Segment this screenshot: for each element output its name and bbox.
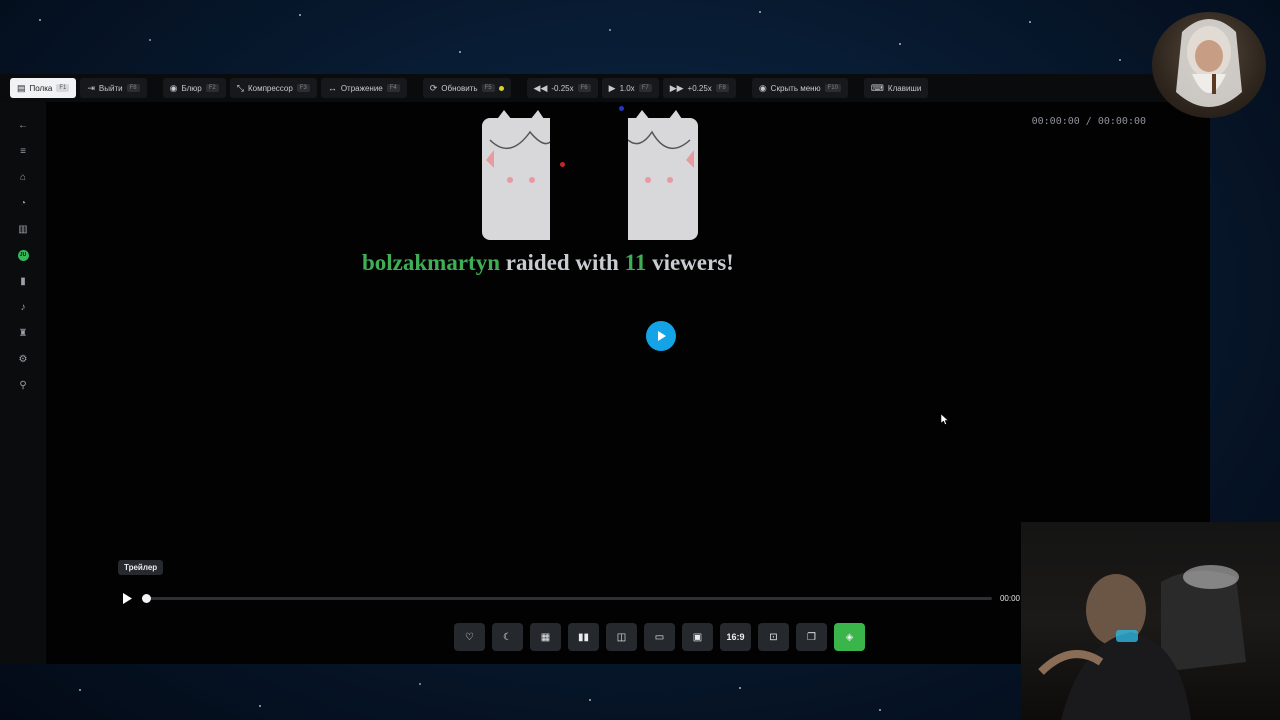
raider-name: bolzakmartyn [362, 250, 500, 275]
webcam-person-image [1176, 19, 1242, 107]
current-time: 00:00 [999, 593, 1020, 603]
mirror-button[interactable]: ↔ Отражение F4 [320, 78, 407, 98]
timecode: 00:00:00 / 00:00:00 [1031, 116, 1146, 127]
pip-button[interactable]: ▣ [682, 623, 713, 651]
screenshot-icon: ⊡ [769, 631, 778, 643]
compressor-button[interactable]: ⤡ Компрессор F3 [229, 78, 317, 98]
exit-button[interactable]: ⇥ Выйти F8 [80, 78, 147, 98]
viewer-count: 11 [624, 250, 647, 275]
cat-illustration-right [618, 110, 698, 240]
copy-button[interactable]: ❐ [796, 623, 827, 651]
raid-message: bolzakmartyn raided with 11 viewers! [362, 250, 734, 276]
mouse-cursor-icon [941, 414, 949, 425]
menu-icon[interactable]: ≡ [10, 138, 36, 164]
arrows-horizontal-icon: ↔ [327, 82, 337, 93]
dark-mode-button[interactable]: ☾ [492, 623, 523, 651]
shelf-button[interactable]: ▤ Полка F1 [10, 78, 77, 98]
grid-icon: ▦ [540, 631, 551, 643]
trailer-tag: Трейлер [118, 560, 164, 575]
user-badge: JU [17, 249, 29, 261]
progress-row: 00:00 [120, 590, 1020, 606]
shelf-icon: ▤ [17, 82, 26, 93]
trophy-icon[interactable]: ♜ [10, 320, 36, 346]
favorite-button[interactable]: ♡ [454, 623, 485, 651]
confetti [560, 162, 565, 167]
play-overlay-button[interactable] [646, 321, 676, 351]
book-icon[interactable]: ▥ [10, 216, 36, 242]
hotkeys-button[interactable]: ⌨ Клавиши [863, 78, 929, 98]
raid-middle-text: raided with [505, 250, 619, 275]
aspect-ratio-button[interactable]: 16:9 [720, 623, 751, 651]
mirror-view-button[interactable]: ◫ [606, 623, 637, 651]
cat-illustration-left [482, 110, 562, 240]
moon-icon: ☾ [503, 631, 512, 643]
play-icon [123, 592, 132, 604]
webcam-top [1152, 12, 1266, 118]
raid-suffix-text: viewers! [652, 250, 734, 275]
picture-button[interactable]: ▭ [644, 623, 675, 651]
exit-icon: ⇥ [87, 82, 95, 93]
eye-off-icon: ◉ [169, 82, 178, 93]
player-controls: ♡ ☾ ▦ ▮▮ ◫ ▭ ▣ 16:9 ⊡ ❐ ◈ [454, 623, 865, 651]
search-icon[interactable]: ⚲ [10, 372, 36, 398]
progress-thumb[interactable] [142, 593, 151, 603]
refresh-icon: ⟳ [429, 82, 438, 93]
webcam-bottom [1021, 522, 1280, 720]
user-badge-icon[interactable]: JU [10, 242, 36, 268]
play-icon [658, 331, 666, 341]
back-arrow-icon[interactable]: ← [10, 112, 36, 138]
aspect-ratio-label: 16:9 [726, 632, 745, 642]
play-button[interactable] [120, 591, 134, 605]
toolbar: ▤ Полка F1 ⇥ Выйти F8 ◉ Блюр F2 ⤡ Компре… [0, 74, 1210, 102]
webcam-streamer-image [1038, 565, 1246, 720]
audio-button[interactable]: ▮▮ [568, 623, 599, 651]
history-icon[interactable]: ◔ [10, 190, 36, 216]
mirror-icon: ◫ [616, 631, 627, 643]
gear-icon[interactable]: ⚙ [10, 346, 36, 372]
screenshot-button[interactable]: ⊡ [758, 623, 789, 651]
play-icon: ▶ [608, 82, 616, 93]
normal-speed-button[interactable]: ▶ 1.0x F7 [601, 78, 659, 98]
faster-button[interactable]: ▶▶ +0.25x F8 [662, 78, 736, 98]
audio-wave-icon: ▮▮ [577, 631, 589, 643]
grid-button[interactable]: ▦ [530, 623, 561, 651]
compress-icon: ⤡ [236, 82, 244, 93]
bell-icon[interactable]: ♪ [10, 294, 36, 320]
sidebar: ← ≡ ⌂ ◔ ▥ JU ▮ ♪ ♜ ⚙ ⚲ [0, 102, 46, 664]
status-dot [498, 85, 504, 91]
copy-icon: ❐ [807, 631, 816, 643]
rewind-icon: ◀◀ [533, 82, 548, 93]
confetti [619, 106, 624, 111]
layers-button[interactable]: ◈ [834, 623, 865, 651]
slower-button[interactable]: ◀◀ -0.25x F6 [526, 78, 598, 98]
heart-icon: ♡ [465, 631, 474, 643]
home-icon[interactable]: ⌂ [10, 164, 36, 190]
blur-button[interactable]: ◉ Блюр F2 [162, 78, 226, 98]
layers-icon: ◈ [845, 631, 854, 643]
progress-bar[interactable] [142, 593, 992, 603]
picture-icon: ▭ [654, 631, 665, 643]
keyboard-icon: ⌨ [870, 82, 884, 93]
refresh-button[interactable]: ⟳ Обновить F5 [422, 78, 511, 98]
eye-icon: ◉ [758, 82, 767, 93]
bookmark-icon[interactable]: ▮ [10, 268, 36, 294]
hide-menu-button[interactable]: ◉ Скрыть меню F10 [751, 78, 848, 98]
fast-forward-icon: ▶▶ [669, 82, 684, 93]
pip-icon: ▣ [692, 631, 703, 643]
